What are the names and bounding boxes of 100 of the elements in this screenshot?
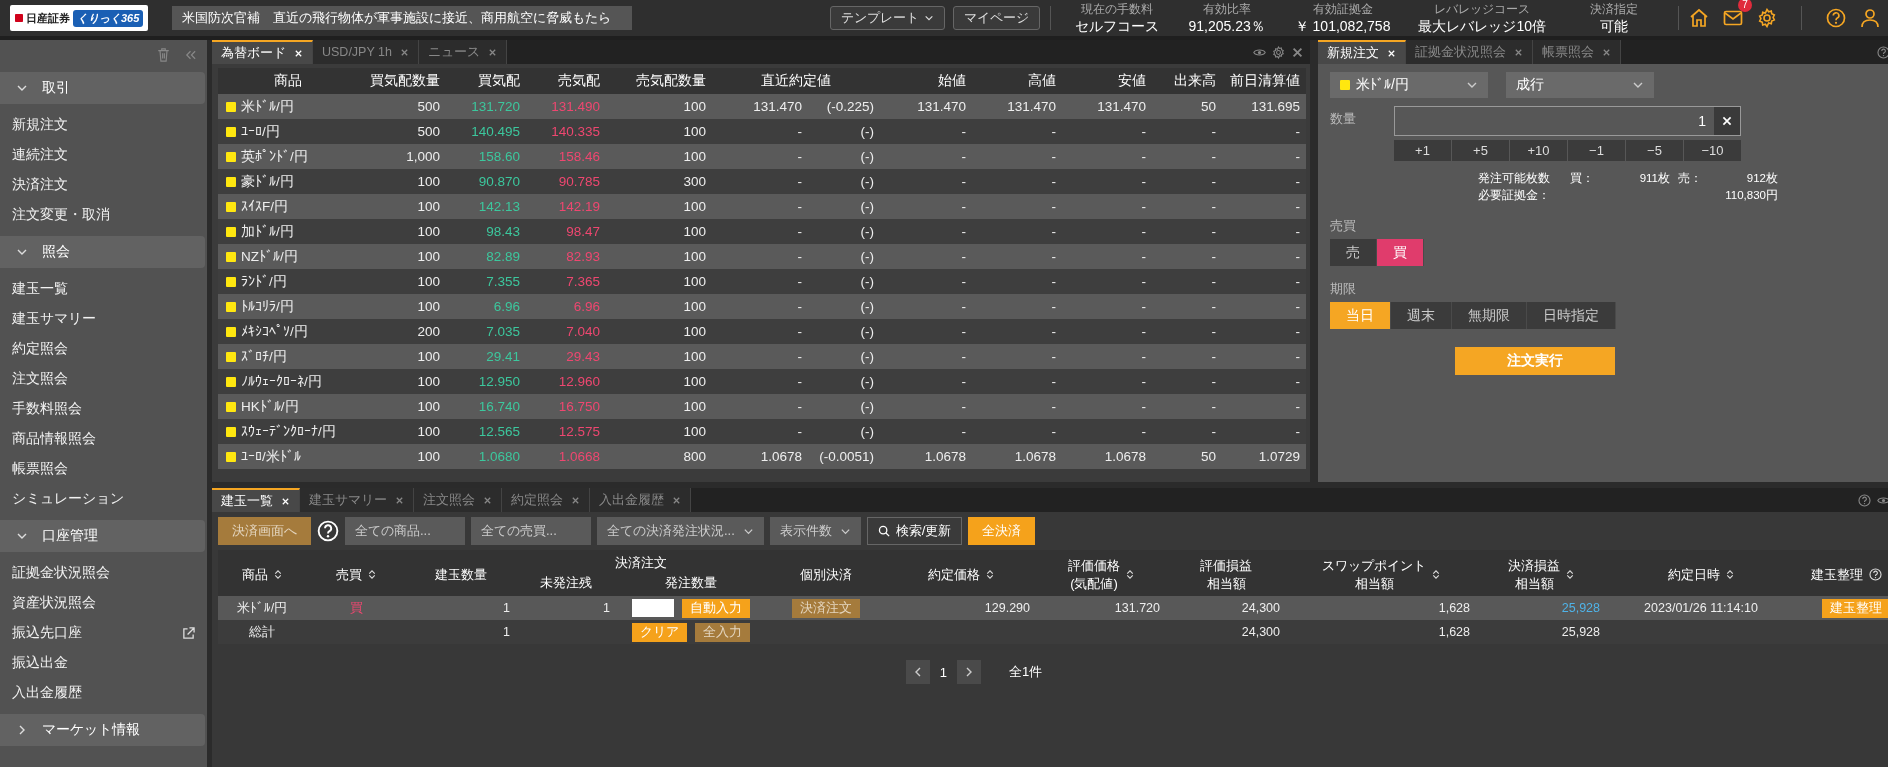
column-header[interactable]: 相当額: [1354, 574, 1394, 593]
filter-dropdown[interactable]: 全ての決済発注状況...: [597, 517, 764, 545]
user-icon[interactable]: [1860, 8, 1880, 28]
mypage-button[interactable]: マイページ: [952, 6, 1040, 30]
sidebar-item[interactable]: 建玉サマリー: [12, 310, 96, 328]
expiry-option[interactable]: 週末: [1391, 302, 1452, 329]
column-header[interactable]: スワップポイント: [1322, 556, 1426, 575]
sidebar-item[interactable]: 約定照会: [12, 340, 68, 358]
column-header[interactable]: 相当額: [1514, 574, 1554, 593]
product-name[interactable]: ｽｳｪｰﾃﾞﾝｸﾛｰﾅ/円: [241, 422, 336, 441]
news-ticker[interactable]: 米国防次官補 直近の飛行物体が軍事施設に接近、商用航空に脅威もたら: [172, 6, 633, 30]
tab[interactable]: 為替ボード: [212, 40, 313, 64]
sidebar-item[interactable]: シミュレーション: [12, 490, 124, 508]
sidebar-item[interactable]: 連続注文: [12, 146, 68, 164]
tab[interactable]: 証拠金状況照会: [1406, 40, 1533, 64]
close-icon[interactable]: [483, 495, 492, 505]
sidebar-item[interactable]: 注文照会: [12, 370, 68, 388]
page-number[interactable]: 1: [939, 664, 947, 680]
clear-button[interactable]: [1714, 107, 1740, 135]
step-button[interactable]: +5: [1452, 140, 1509, 161]
tab[interactable]: 建玉一覧: [212, 488, 300, 512]
filter-field[interactable]: 全ての商品...: [345, 517, 465, 545]
step-button[interactable]: −10: [1684, 140, 1741, 161]
side-toggle[interactable]: 買: [1377, 239, 1424, 266]
sidebar-section-header[interactable]: 口座管理: [0, 520, 205, 552]
sidebar-item[interactable]: 振込出金: [12, 654, 68, 672]
column-header[interactable]: (気配値): [1070, 574, 1118, 593]
sidebar-section-header[interactable]: 取引: [0, 72, 205, 104]
table-cell: -: [1152, 244, 1222, 269]
settings-icon[interactable]: [1757, 8, 1777, 28]
tab[interactable]: 建玉サマリー: [300, 488, 414, 512]
sort-icon[interactable]: [1126, 569, 1134, 580]
close-icon[interactable]: [399, 47, 409, 57]
settings-icon[interactable]: [1272, 45, 1285, 59]
close-icon[interactable]: [395, 495, 404, 505]
order-quantity-field[interactable]: [632, 599, 674, 617]
product-name[interactable]: 加ﾄﾞﾙ/円: [241, 222, 294, 241]
product-name[interactable]: 豪ﾄﾞﾙ/円: [241, 172, 294, 191]
table-cell: 1,628: [1438, 625, 1470, 639]
sidebar-item[interactable]: 帳票照会: [12, 460, 68, 478]
help-icon[interactable]: [1826, 8, 1846, 28]
sidebar-item[interactable]: 資産状況照会: [12, 594, 96, 612]
sidebar-section-header[interactable]: マーケット情報: [0, 714, 205, 746]
sidebar-section-header[interactable]: 照会: [0, 236, 205, 268]
order-type-dropdown[interactable]: 成行: [1506, 72, 1654, 98]
column-header[interactable]: 約定日時: [1668, 565, 1720, 584]
column-header[interactable]: 売買: [336, 565, 362, 584]
sort-icon[interactable]: [1726, 569, 1734, 580]
sort-icon[interactable]: [1566, 569, 1574, 580]
sidebar-item[interactable]: 決済注文: [12, 176, 68, 194]
sort-icon[interactable]: [368, 569, 376, 580]
step-button[interactable]: −5: [1626, 140, 1683, 161]
side-toggle[interactable]: 売: [1330, 239, 1377, 266]
step-button[interactable]: +1: [1394, 140, 1451, 161]
home-icon[interactable]: [1689, 8, 1709, 28]
product-name[interactable]: ﾕｰﾛ/円: [241, 122, 280, 141]
sidebar-item[interactable]: 建玉一覧: [12, 280, 68, 298]
tab[interactable]: 帳票照会: [1533, 40, 1621, 64]
tab[interactable]: 注文照会: [414, 488, 502, 512]
step-button[interactable]: +10: [1510, 140, 1567, 161]
product-dropdown[interactable]: 米ﾄﾞﾙ/円: [1330, 72, 1488, 98]
close-icon[interactable]: [571, 495, 580, 505]
close-icon[interactable]: [1291, 45, 1304, 59]
product-name[interactable]: ﾒｷｼｺﾍﾟｿ/円: [241, 322, 308, 341]
previous-page-button[interactable]: [905, 660, 930, 684]
step-button[interactable]: −1: [1568, 140, 1625, 161]
next-page-button[interactable]: [957, 660, 981, 684]
sidebar-item[interactable]: 手数料照会: [12, 400, 82, 418]
tab[interactable]: ニュース: [418, 40, 507, 64]
tab[interactable]: USD/JPY 1h: [313, 40, 419, 64]
external-link-icon[interactable]: [182, 626, 195, 640]
sidebar-item[interactable]: 入出金履歴: [12, 684, 82, 702]
sidebar-item[interactable]: 注文変更・取消: [12, 206, 110, 224]
sort-icon[interactable]: [986, 569, 994, 580]
product-name[interactable]: ﾗﾝﾄﾞ/円: [241, 272, 287, 291]
tab[interactable]: 入出金履歴: [590, 488, 691, 512]
close-icon[interactable]: [1514, 47, 1523, 57]
close-icon[interactable]: [487, 47, 497, 57]
sidebar-item[interactable]: 商品情報照会: [12, 430, 96, 448]
close-icon[interactable]: [1602, 47, 1611, 57]
tab[interactable]: 約定照会: [502, 488, 590, 512]
mail-icon[interactable]: [1723, 8, 1743, 28]
column-header[interactable]: 商品: [242, 565, 268, 584]
product-name[interactable]: ﾉﾙｳｪｰｸﾛｰﾈ/円: [241, 372, 322, 391]
filter-dropdown[interactable]: 表示件数: [769, 517, 861, 545]
column-header[interactable]: 決済損益: [1508, 556, 1560, 575]
sort-icon[interactable]: [274, 569, 282, 580]
tab[interactable]: 新規注文: [1318, 40, 1406, 64]
sidebar-item[interactable]: 振込先口座: [12, 624, 82, 642]
filter-field[interactable]: 全ての売買...: [471, 517, 591, 545]
search-button[interactable]: 検索/更新: [866, 517, 963, 545]
sidebar-item[interactable]: 証拠金状況照会: [12, 564, 110, 582]
close-icon[interactable]: [672, 495, 681, 505]
expiry-option[interactable]: 無期限: [1452, 302, 1527, 329]
template-dropdown[interactable]: テンプレート: [829, 6, 945, 30]
expiry-option[interactable]: 日時指定: [1527, 302, 1616, 329]
column-header[interactable]: 評価価格: [1068, 556, 1120, 575]
sidebar-item[interactable]: 新規注文: [12, 116, 68, 134]
sort-icon[interactable]: [1432, 569, 1440, 580]
column-header[interactable]: 約定価格: [928, 565, 980, 584]
